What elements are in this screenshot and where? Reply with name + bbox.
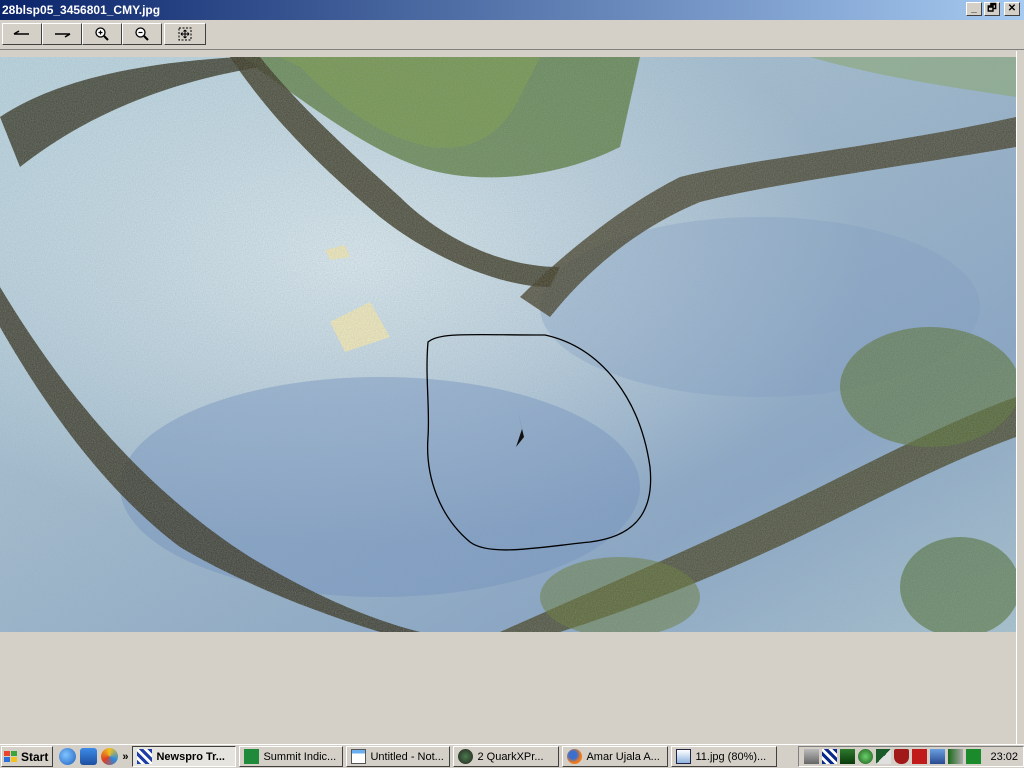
previous-button[interactable]	[2, 23, 42, 45]
task-newspro[interactable]: Newspro Tr...	[132, 746, 237, 767]
task-label: Untitled - Not...	[370, 750, 444, 763]
start-label: Start	[21, 749, 49, 764]
task-quarkxpress[interactable]: 2 QuarkXPr...	[453, 746, 560, 767]
maximize-button[interactable]: 🗗	[984, 2, 1000, 16]
minimize-button[interactable]: _	[966, 2, 982, 16]
clock[interactable]: 23:02	[990, 751, 1018, 763]
close-button[interactable]: ✕	[1004, 2, 1020, 16]
monitor-icon[interactable]	[930, 749, 946, 764]
network-icon[interactable]	[804, 749, 820, 764]
newspro-icon	[137, 749, 153, 764]
firefox-icon	[567, 749, 583, 764]
image-viewer-icon	[676, 749, 692, 764]
shield-icon[interactable]	[894, 749, 910, 764]
media-player-icon[interactable]	[101, 748, 119, 765]
taskbar: Start » Newspro Tr... Summit Indic... Un…	[0, 744, 1024, 768]
task-label: 2 QuarkXPr...	[477, 750, 544, 763]
internet-explorer-icon[interactable]	[59, 748, 77, 765]
quick-launch	[59, 748, 119, 765]
quark-icon	[458, 749, 474, 764]
windows-logo-icon	[4, 750, 18, 763]
toolbar	[0, 20, 1024, 50]
window-title-bar[interactable]: 28blsp05_3456801_CMY.jpg _ 🗗 ✕	[0, 0, 1024, 20]
antivirus-icon[interactable]	[912, 749, 928, 764]
fit-to-window-button[interactable]	[164, 23, 206, 45]
connector-icon[interactable]	[948, 749, 964, 764]
summit-icon	[244, 749, 260, 764]
displayed-photo	[0, 57, 1016, 632]
quick-launch-more[interactable]: »	[122, 751, 128, 763]
next-button[interactable]	[42, 23, 82, 45]
zoom-out-icon	[135, 27, 149, 41]
window-title: 28blsp05_3456801_CMY.jpg	[2, 3, 161, 17]
arrow-left-icon	[13, 30, 29, 35]
globe-icon[interactable]	[858, 749, 874, 764]
task-label: Newspro Tr...	[156, 750, 225, 763]
task-label: 11.jpg (80%)...	[695, 750, 767, 763]
fit-window-icon	[178, 27, 192, 41]
vc-icon[interactable]	[966, 749, 982, 764]
system-tray: 23:02	[798, 746, 1024, 767]
ship-icon[interactable]	[840, 749, 856, 764]
notepad-icon	[351, 749, 367, 764]
zoom-in-icon	[95, 27, 109, 41]
task-firefox[interactable]: Amar Ujala A...	[562, 746, 669, 767]
zoom-out-button[interactable]	[122, 23, 162, 45]
task-image-viewer[interactable]: 11.jpg (80%)...	[671, 746, 778, 767]
outlook-express-icon[interactable]	[80, 748, 98, 765]
start-button[interactable]: Start	[1, 746, 54, 767]
task-label: Summit Indic...	[263, 750, 337, 763]
task-summit[interactable]: Summit Indic...	[239, 746, 344, 767]
flag-icon[interactable]	[876, 749, 892, 764]
arrow-right-icon	[55, 33, 71, 38]
window-right-edge	[1016, 51, 1024, 744]
zoom-in-button[interactable]	[82, 23, 122, 45]
window-controls: _ 🗗 ✕	[966, 2, 1020, 16]
task-label: Amar Ujala A...	[586, 750, 660, 763]
news-icon[interactable]	[822, 749, 838, 764]
task-notepad[interactable]: Untitled - Not...	[346, 746, 451, 767]
